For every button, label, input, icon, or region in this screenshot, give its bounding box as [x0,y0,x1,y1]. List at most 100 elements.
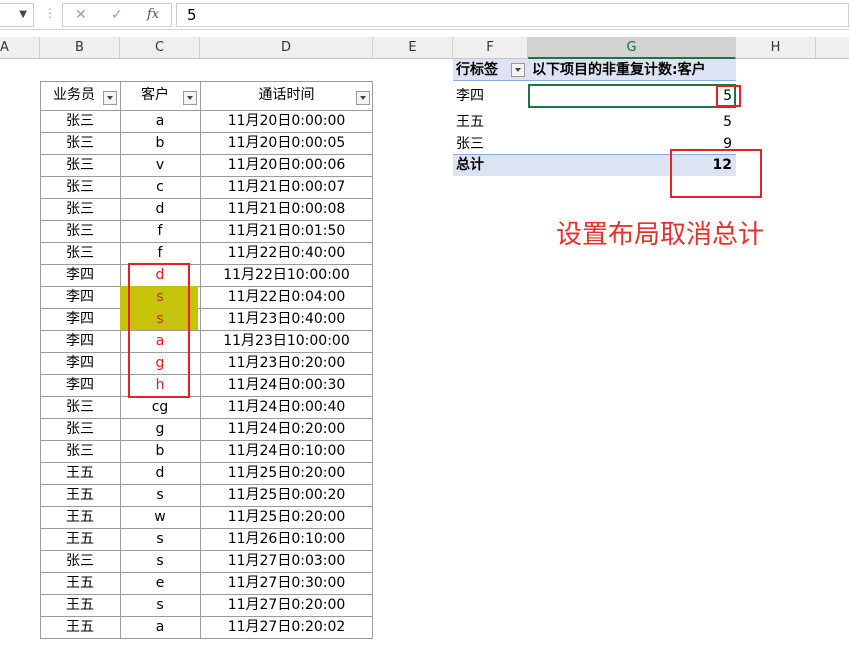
cell-customer[interactable]: v [120,154,200,176]
cell-call-time[interactable]: 11月27日0:20:02 [200,616,373,638]
column-header-g[interactable]: G [528,37,736,59]
pivot-value-header: 以下项目的非重复计数:客户 [532,62,706,78]
pivot-filter-icon[interactable] [511,63,525,77]
cell-call-time[interactable]: 11月26日0:10:00 [200,528,373,550]
pivot-row-label[interactable]: 李四 [456,85,484,107]
cell-salesperson[interactable]: 王五 [40,594,120,616]
cell-customer[interactable]: s [120,484,200,506]
cell-salesperson[interactable]: 李四 [40,352,120,374]
name-box[interactable]: ▼ [0,3,34,27]
cell-salesperson[interactable]: 张三 [40,550,120,572]
cell-call-time[interactable]: 11月27日0:30:00 [200,572,373,594]
cell-customer[interactable]: w [120,506,200,528]
filter-dropdown-icon[interactable] [183,91,197,105]
formula-buttons: ✕ ✓ fx [62,3,172,27]
cell-call-time[interactable]: 11月24日0:00:40 [200,396,373,418]
cell-salesperson[interactable]: 张三 [40,418,120,440]
cell-customer[interactable]: c [120,176,200,198]
cell-call-time[interactable]: 11月25日0:00:20 [200,484,373,506]
cell-call-time[interactable]: 11月23日0:20:00 [200,352,373,374]
enter-icon[interactable]: ✓ [111,7,123,23]
cell-customer[interactable]: d [120,462,200,484]
filter-dropdown-icon[interactable] [356,91,370,105]
cell-salesperson[interactable]: 王五 [40,616,120,638]
filter-dropdown-icon[interactable] [103,91,117,105]
cell-salesperson[interactable]: 张三 [40,440,120,462]
cell-customer[interactable]: cg [120,396,200,418]
cell-call-time[interactable]: 11月21日0:00:08 [200,198,373,220]
column-header-d[interactable]: D [200,37,373,59]
pivot-total-label[interactable]: 总计 [456,154,484,176]
cell-salesperson[interactable]: 王五 [40,506,120,528]
cell-salesperson[interactable]: 张三 [40,396,120,418]
cell-call-time[interactable]: 11月20日0:00:05 [200,132,373,154]
cell-call-time[interactable]: 11月25日0:20:00 [200,462,373,484]
annotation-text: 设置布局取消总计 [556,220,765,250]
column-header-b[interactable]: B [40,37,120,59]
cell-salesperson[interactable]: 张三 [40,154,120,176]
cell-customer[interactable]: b [120,132,200,154]
cell-call-time[interactable]: 11月22日0:40:00 [200,242,373,264]
cell-call-time[interactable]: 11月27日0:03:00 [200,550,373,572]
cell-call-time[interactable]: 11月27日0:20:00 [200,594,373,616]
column-header-h[interactable]: H [736,37,816,59]
cell-customer[interactable]: s [120,594,200,616]
cell-customer[interactable]: f [120,220,200,242]
cell-salesperson[interactable]: 张三 [40,198,120,220]
pivot-row-label[interactable]: 王五 [456,111,484,133]
cell-call-time[interactable]: 11月20日0:00:00 [200,110,373,132]
cell-salesperson[interactable]: 王五 [40,484,120,506]
cell-salesperson[interactable]: 李四 [40,308,120,330]
cell-customer[interactable]: b [120,440,200,462]
cell-call-time[interactable]: 11月23日10:00:00 [200,330,373,352]
formula-bar: ▼ ⋮ ✕ ✓ fx 5 [0,0,849,30]
more-dots-icon: ⋮ [44,6,56,20]
cell-call-time[interactable]: 11月23日0:40:00 [200,308,373,330]
cell-salesperson[interactable]: 张三 [40,242,120,264]
highlight-box-total [670,149,762,198]
cell-call-time[interactable]: 11月21日0:01:50 [200,220,373,242]
cell-customer[interactable]: f [120,242,200,264]
cell-salesperson[interactable]: 王五 [40,528,120,550]
cell-salesperson[interactable]: 张三 [40,220,120,242]
cell-call-time[interactable]: 11月24日0:10:00 [200,440,373,462]
cell-salesperson[interactable]: 王五 [40,572,120,594]
cell-customer[interactable]: s [120,528,200,550]
highlight-box-value [716,85,741,107]
cell-salesperson[interactable]: 李四 [40,330,120,352]
cell-customer[interactable]: d [120,198,200,220]
cell-call-time[interactable]: 11月24日0:20:00 [200,418,373,440]
cell-salesperson[interactable]: 李四 [40,286,120,308]
cell-customer[interactable]: s [120,550,200,572]
cell-call-time[interactable]: 11月22日10:00:00 [200,264,373,286]
cancel-icon[interactable]: ✕ [75,7,87,23]
chevron-down-icon[interactable]: ▼ [19,9,27,20]
pivot-row-value[interactable]: 5 [528,111,732,133]
pivot-row-value[interactable]: 5 [528,85,732,107]
cell-customer[interactable]: a [120,616,200,638]
formula-input[interactable]: 5 [176,3,849,27]
column-headers: A B C D E F G H [0,37,849,59]
cell-salesperson[interactable]: 张三 [40,176,120,198]
header-call-time: 通话时间 [258,87,315,103]
column-header-a[interactable]: A [0,37,40,59]
highlight-box-customers [128,263,190,398]
column-header-e[interactable]: E [373,37,453,59]
cell-customer[interactable]: g [120,418,200,440]
cell-salesperson[interactable]: 张三 [40,110,120,132]
cell-customer[interactable]: a [120,110,200,132]
cell-call-time[interactable]: 11月24日0:00:30 [200,374,373,396]
insert-function-icon[interactable]: fx [147,7,159,22]
cell-salesperson[interactable]: 李四 [40,374,120,396]
cell-call-time[interactable]: 11月20日0:00:06 [200,154,373,176]
cell-call-time[interactable]: 11月22日0:04:00 [200,286,373,308]
cell-call-time[interactable]: 11月25日0:20:00 [200,506,373,528]
cell-salesperson[interactable]: 王五 [40,462,120,484]
cell-salesperson[interactable]: 张三 [40,132,120,154]
pivot-row-label[interactable]: 张三 [456,133,484,155]
cell-salesperson[interactable]: 李四 [40,264,120,286]
column-header-f[interactable]: F [453,37,528,59]
cell-call-time[interactable]: 11月21日0:00:07 [200,176,373,198]
cell-customer[interactable]: e [120,572,200,594]
column-header-c[interactable]: C [120,37,200,59]
